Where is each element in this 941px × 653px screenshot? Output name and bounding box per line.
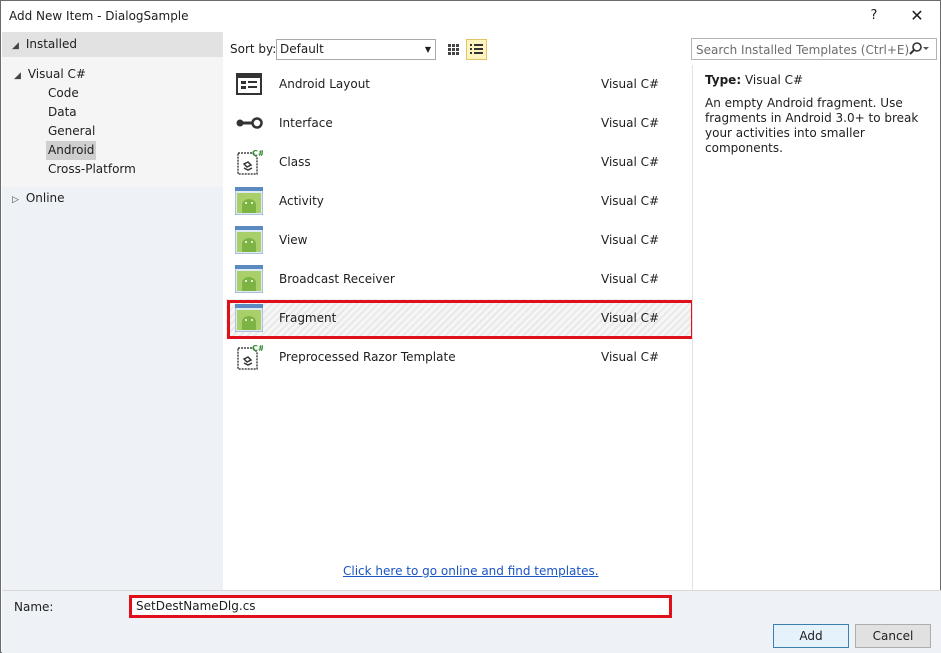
tree-lower-area (2, 187, 223, 590)
template-language: Visual C# (601, 116, 660, 130)
template-name: Interface (279, 116, 333, 130)
template-language: Visual C# (601, 194, 660, 208)
search-icon[interactable] (908, 41, 930, 60)
template-language: Visual C# (601, 233, 660, 247)
template-item-android-layout[interactable]: Android Layout Visual C# (226, 65, 691, 104)
tree-node-label: Online (25, 191, 65, 205)
close-button[interactable]: ✕ (901, 4, 933, 28)
template-name: Preprocessed Razor Template (279, 350, 456, 364)
help-button[interactable]: ? (861, 4, 887, 28)
online-templates-link[interactable]: Click here to go online and find templat… (343, 564, 599, 578)
tree-node-code[interactable]: Code (48, 84, 79, 103)
csharp-class-icon: C# (235, 148, 265, 176)
search-placeholder: Search Installed Templates (Ctrl+E) (696, 43, 910, 57)
search-templates-input[interactable]: Search Installed Templates (Ctrl+E) (691, 38, 937, 60)
category-tree: ◢ Installed ◢ Visual C# Code Data Genera… (2, 32, 223, 590)
svg-text:C#: C# (252, 344, 263, 353)
template-name: Broadcast Receiver (279, 272, 395, 286)
template-language: Visual C# (601, 350, 660, 364)
template-language: Visual C# (601, 155, 660, 169)
template-name: Activity (279, 194, 324, 208)
cancel-button[interactable]: Cancel (855, 624, 931, 648)
tree-node-label: Installed (25, 37, 77, 51)
tree-node-cross-platform[interactable]: Cross-Platform (48, 160, 136, 179)
name-label: Name: (14, 600, 54, 614)
android-icon (234, 186, 264, 216)
collapsed-arrow-icon: ▷ (12, 195, 19, 205)
android-icon (234, 264, 264, 294)
tree-node-installed[interactable]: ◢ Installed (12, 35, 77, 54)
list-view-icon (470, 44, 483, 54)
csharp-class-icon: C# (235, 343, 265, 371)
template-item-view[interactable]: View Visual C# (226, 221, 691, 260)
type-line: Type: Visual C# (705, 73, 803, 87)
svg-text:C#: C# (252, 149, 263, 158)
tree-node-android[interactable]: Android (46, 141, 97, 160)
add-button[interactable]: Add (773, 624, 849, 648)
add-new-item-dialog: Add New Item - DialogSample ? ✕ ◢ Instal… (0, 0, 941, 653)
expanded-arrow-icon: ◢ (14, 71, 21, 81)
grid-view-button[interactable] (443, 39, 464, 60)
file-name-input[interactable]: SetDestNameDlg.cs (129, 595, 672, 618)
fragment-highlight-box (227, 300, 694, 339)
list-view-button[interactable] (466, 39, 487, 60)
interface-icon (235, 109, 263, 137)
template-item-broadcast-receiver[interactable]: Broadcast Receiver Visual C# (226, 260, 691, 299)
tree-node-data[interactable]: Data (48, 103, 77, 122)
type-value: Visual C# (744, 73, 804, 87)
template-language: Visual C# (601, 272, 660, 286)
template-item-class[interactable]: C# Class Visual C# (226, 143, 691, 182)
android-layout-icon (235, 70, 263, 98)
sort-by-dropdown[interactable]: Default ▼ (276, 39, 436, 60)
template-name: View (279, 233, 308, 247)
android-icon (234, 225, 264, 255)
sort-by-value: Default (280, 42, 324, 56)
tree-node-online[interactable]: ▷ Online (12, 189, 65, 208)
template-language: Visual C# (601, 77, 660, 91)
tree-node-general[interactable]: General (48, 122, 95, 141)
template-name: Class (279, 155, 311, 169)
tree-node-visual-csharp[interactable]: ◢ Visual C# (14, 65, 86, 84)
template-item-preprocessed-razor-template[interactable]: C# Preprocessed Razor Template Visual C# (226, 338, 691, 377)
template-description: An empty Android fragment. Use fragments… (705, 96, 919, 155)
template-item-activity[interactable]: Activity Visual C# (226, 182, 691, 221)
grid-view-icon (448, 44, 459, 55)
details-pane: Type: Visual C# An empty Android fragmen… (692, 65, 940, 590)
template-name: Android Layout (279, 77, 371, 91)
template-item-interface[interactable]: Interface Visual C# (226, 104, 691, 143)
sort-by-label: Sort by: (230, 42, 277, 56)
bottom-panel: Name: SetDestNameDlg.cs Add Cancel (2, 590, 941, 653)
title-bar: Add New Item - DialogSample ? ✕ (1, 1, 940, 32)
tree-node-label: Visual C# (27, 67, 86, 81)
chevron-down-icon: ▼ (424, 45, 431, 54)
expanded-arrow-icon: ◢ (12, 41, 19, 51)
type-label: Type: (705, 73, 742, 87)
window-title: Add New Item - DialogSample (9, 9, 189, 23)
